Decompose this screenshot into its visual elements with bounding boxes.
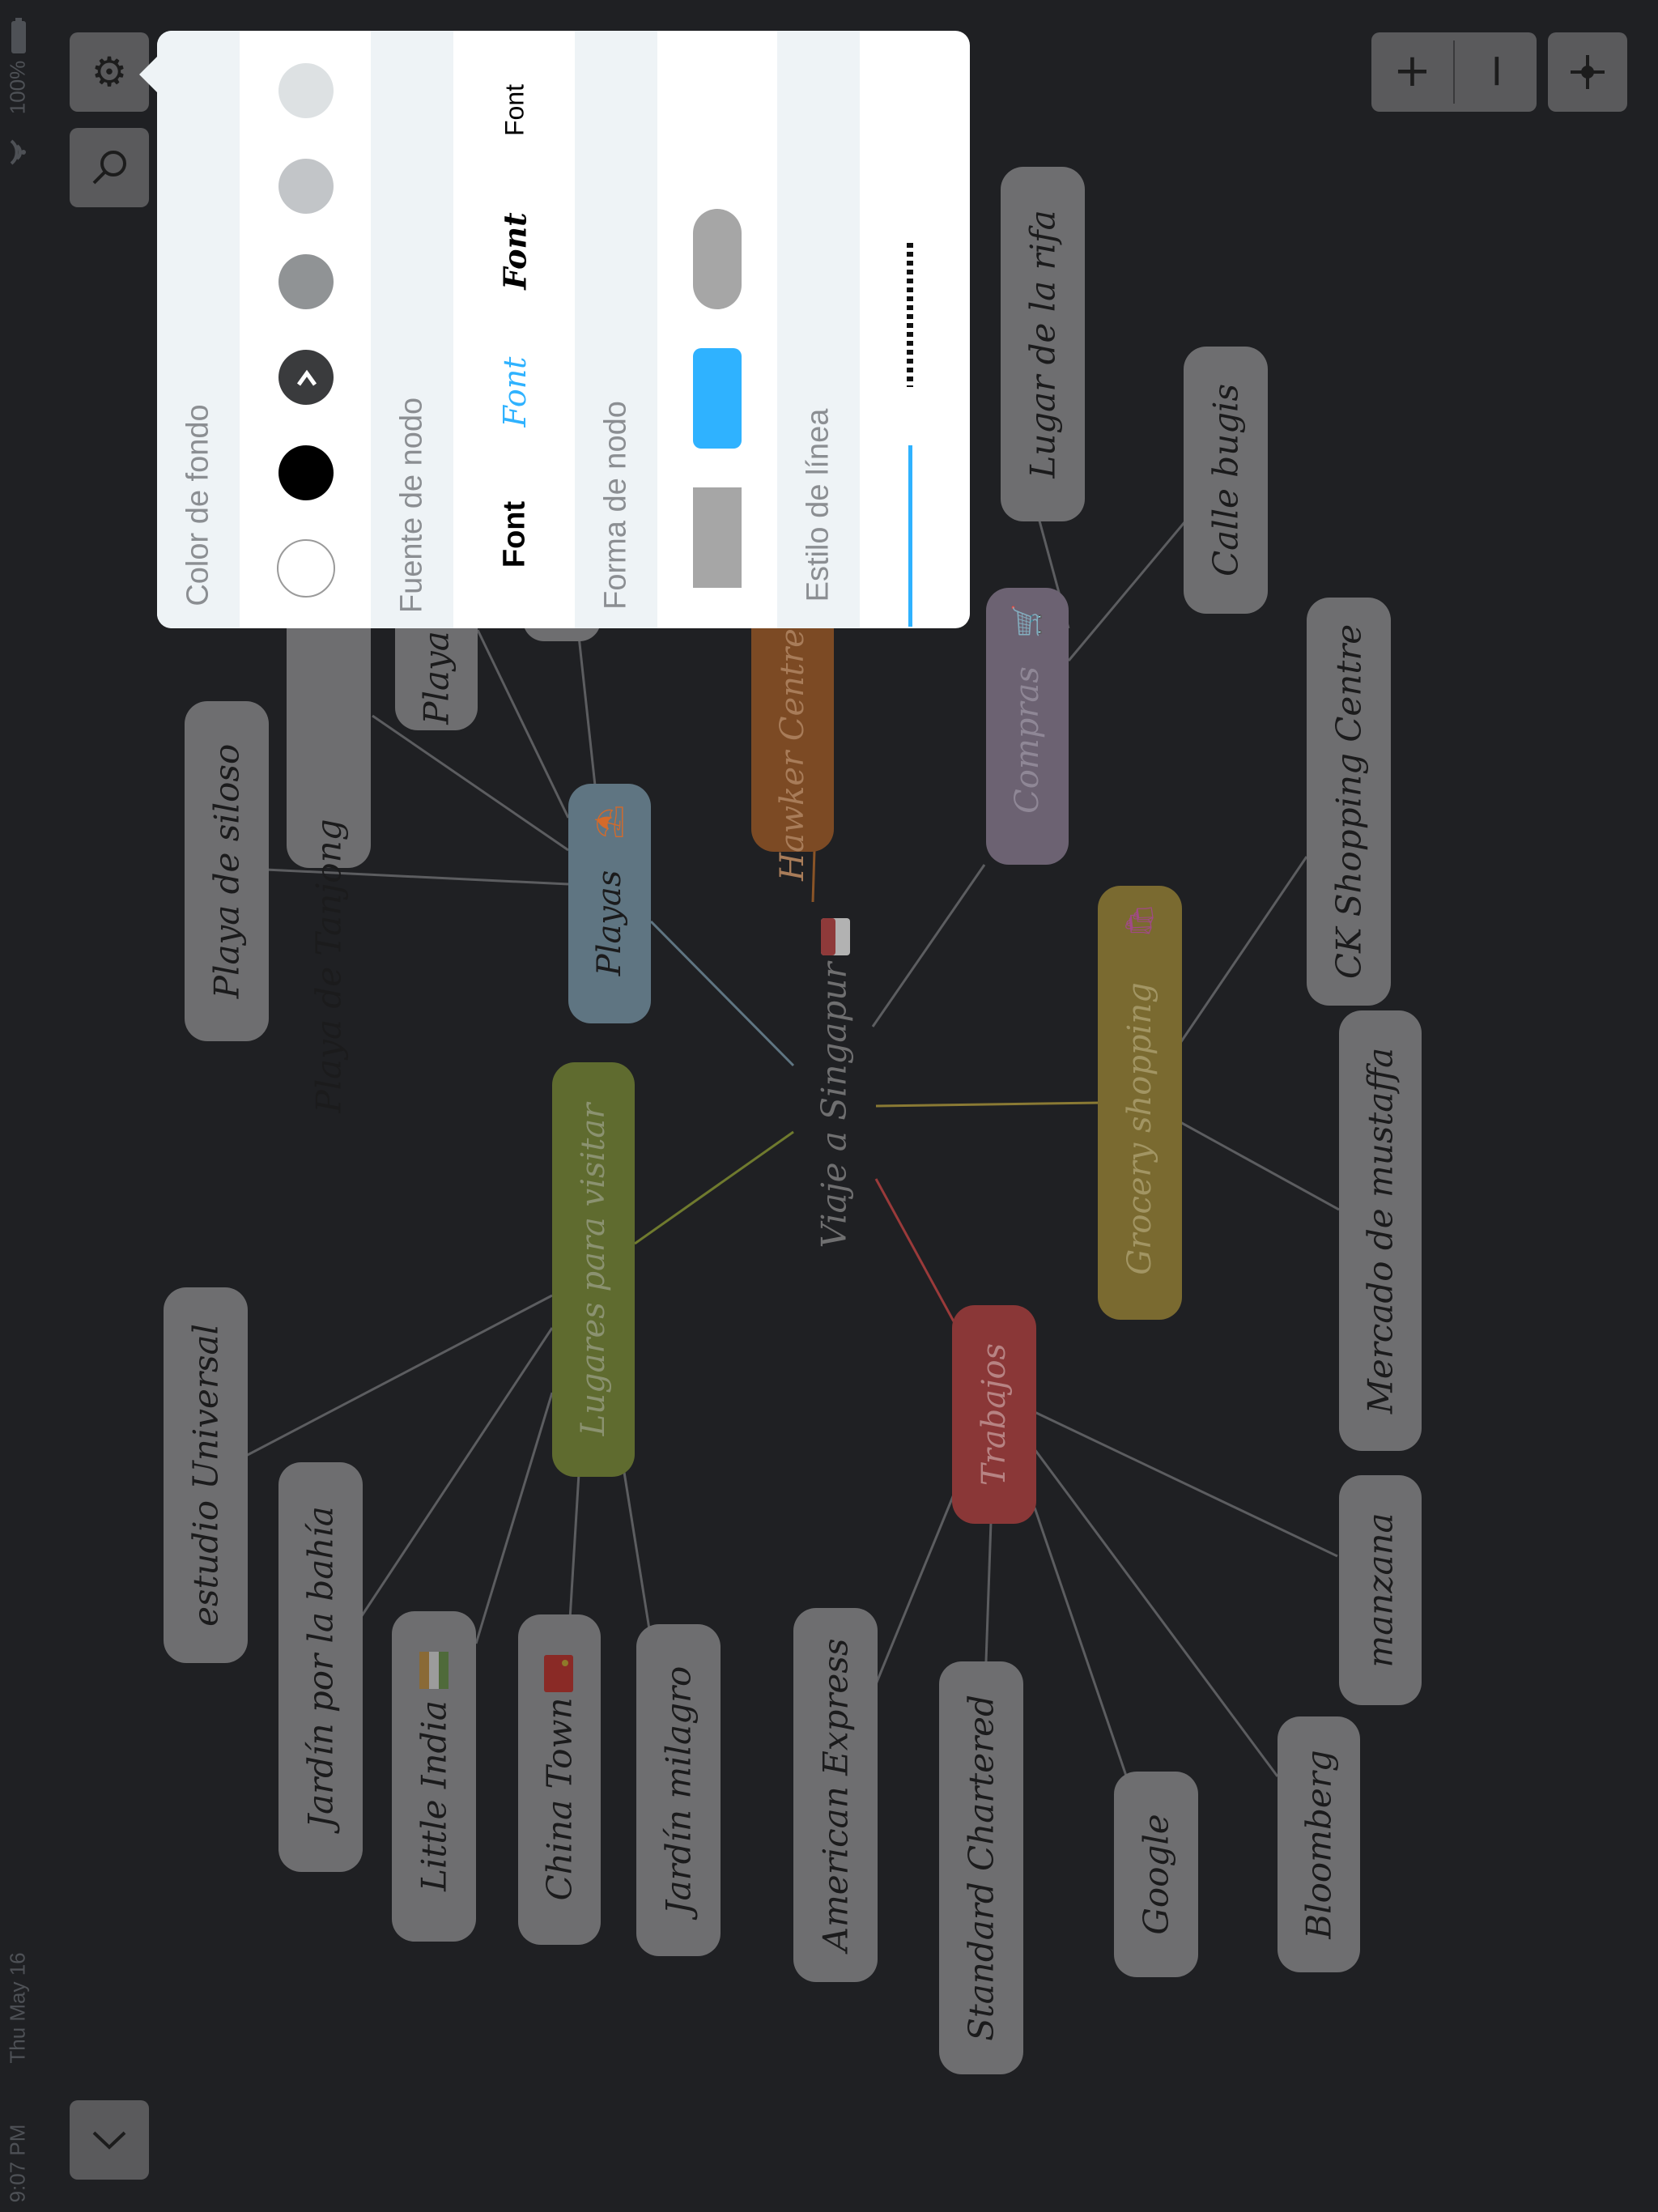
node-label: Bloomberg — [1299, 1750, 1339, 1939]
node-mercado-de-mustaffa[interactable]: Mercado de mustaffa — [1339, 1010, 1422, 1451]
category-label: Playas — [591, 870, 628, 976]
node-playa-de-siloso[interactable]: Playa de siloso — [185, 701, 269, 1041]
node-label: CK Shopping Centre — [1329, 623, 1369, 980]
swatch-dark-gray[interactable] — [278, 350, 334, 405]
node-font-title: Fuente de nodo — [394, 397, 429, 614]
node-lugar-de-la-rifa[interactable]: Lugar de la rifa — [1001, 167, 1085, 521]
node-shape-title: Forma de nodo — [598, 401, 633, 610]
node-label: Playa — [416, 631, 457, 725]
background-color-header: Color de fondo — [157, 31, 240, 628]
line-option-solid-selected[interactable] — [908, 445, 912, 627]
node-label: Little India — [414, 1700, 454, 1892]
center-map-button[interactable] — [1548, 32, 1627, 112]
swatch-lightest-gray[interactable] — [278, 63, 334, 118]
zoom-in-label: + — [1393, 45, 1431, 98]
node-label: estudio Universal — [185, 1324, 226, 1627]
node-label: manzana — [1360, 1512, 1401, 1668]
china-flag-icon — [544, 1655, 573, 1692]
category-label: Hawker Centre — [774, 628, 811, 882]
singapore-flag-icon — [821, 918, 850, 955]
chevron-right-icon — [296, 369, 317, 386]
zoom-controls: + − — [1371, 32, 1537, 112]
crosshair-icon — [1571, 55, 1605, 89]
center-node[interactable]: Viaje a Singapur — [792, 915, 876, 1295]
search-icon — [92, 151, 126, 185]
node-american-express[interactable]: American Express — [793, 1608, 878, 1982]
category-node-playas[interactable]: Playas ⛱ — [568, 784, 651, 1023]
node-label: Lugar de la rifa — [1022, 210, 1063, 479]
settings-button[interactable]: ⚙ — [70, 32, 149, 112]
node-label: Google — [1136, 1814, 1176, 1935]
zoom-out-button[interactable]: − — [1455, 32, 1537, 112]
shape-option-rounded-selected[interactable] — [693, 348, 742, 449]
popover-arrow — [139, 57, 157, 92]
node-label: Calle bugis — [1205, 383, 1246, 577]
node-bloomberg[interactable]: Bloomberg — [1278, 1716, 1360, 1972]
category-label: Compras — [1009, 666, 1046, 814]
line-style-header: Estilo de línea — [777, 31, 860, 628]
node-little-india[interactable]: Little India — [392, 1611, 476, 1942]
background-color-title: Color de fondo — [181, 404, 215, 606]
collapse-button[interactable] — [70, 2100, 149, 2180]
line-style-title: Estilo de línea — [801, 408, 835, 602]
shape-option-pill[interactable] — [693, 209, 742, 309]
category-label: Grocery shopping — [1121, 982, 1158, 1275]
node-label: China Town — [539, 1697, 580, 1902]
category-label: Trabajos — [976, 1342, 1013, 1487]
gear-icon: ⚙ — [91, 49, 128, 96]
node-shape-header: Forma de nodo — [575, 31, 657, 628]
settings-popover: Color de fondo Fuente de nodo Font Font … — [157, 31, 970, 628]
category-node-grocery[interactable]: Grocery shopping 🛍 — [1098, 886, 1182, 1320]
node-label: Playa de Tanjong — [308, 819, 349, 1113]
center-node-label: Viaje a Singapur — [814, 962, 854, 1249]
swatch-white[interactable] — [277, 539, 335, 598]
node-label: American Express — [815, 1638, 856, 1952]
swatch-light-gray[interactable] — [278, 159, 334, 214]
font-option-sans-bold[interactable]: Font — [498, 501, 533, 568]
swatch-black[interactable] — [278, 445, 334, 500]
shopping-bag-icon: 🛍 — [1124, 903, 1156, 938]
node-google[interactable]: Google — [1114, 1772, 1198, 1977]
shape-option-square[interactable] — [693, 487, 742, 588]
node-standard-chartered[interactable]: Standard Chartered — [939, 1661, 1023, 2074]
node-label: Playa de siloso — [206, 743, 247, 999]
font-option-handwriting-selected[interactable]: Font — [497, 357, 533, 428]
category-node-lugares[interactable]: Lugares para visitar — [552, 1062, 635, 1477]
font-option-sans-light[interactable]: Font — [500, 84, 530, 136]
node-manzana[interactable]: manzana — [1339, 1475, 1422, 1705]
node-jardin-milagro[interactable]: Jardín milagro — [636, 1624, 721, 1956]
node-estudio-universal[interactable]: estudio Universal — [164, 1287, 248, 1663]
category-node-trabajos[interactable]: Trabajos — [952, 1305, 1036, 1524]
search-button[interactable] — [70, 128, 149, 207]
beach-icon: ⛱ — [593, 804, 626, 840]
node-label: Jardín por la bahía — [300, 1506, 341, 1828]
node-calle-bugis[interactable]: Calle bugis — [1184, 347, 1268, 614]
swatch-medium-gray[interactable] — [278, 254, 334, 309]
font-option-handwriting-bold[interactable]: Font — [497, 212, 534, 289]
category-label: Lugares para visitar — [575, 1103, 612, 1436]
zoom-out-label: − — [1469, 52, 1522, 91]
shopping-cart-icon: 🛒 — [1011, 603, 1044, 639]
chevron-down-icon — [92, 2131, 126, 2150]
category-node-compras[interactable]: Compras 🛒 — [986, 588, 1069, 865]
node-label: Standard Chartered — [961, 1695, 1001, 2041]
node-label: Mercado de mustaffa — [1360, 1047, 1401, 1414]
india-flag-icon — [419, 1652, 449, 1689]
node-china-town[interactable]: China Town — [518, 1614, 601, 1945]
line-option-dotted[interactable] — [907, 243, 913, 387]
node-ck-shopping-centre[interactable]: CK Shopping Centre — [1307, 598, 1391, 1006]
zoom-in-button[interactable]: + — [1371, 32, 1453, 112]
node-jardin-por-la-bahia[interactable]: Jardín por la bahía — [278, 1462, 363, 1872]
node-playa-de-tanjong[interactable]: Playa de Tanjong — [287, 599, 371, 1113]
node-label: Jardín milagro — [658, 1665, 699, 1915]
node-font-header: Fuente de nodo — [371, 31, 453, 628]
